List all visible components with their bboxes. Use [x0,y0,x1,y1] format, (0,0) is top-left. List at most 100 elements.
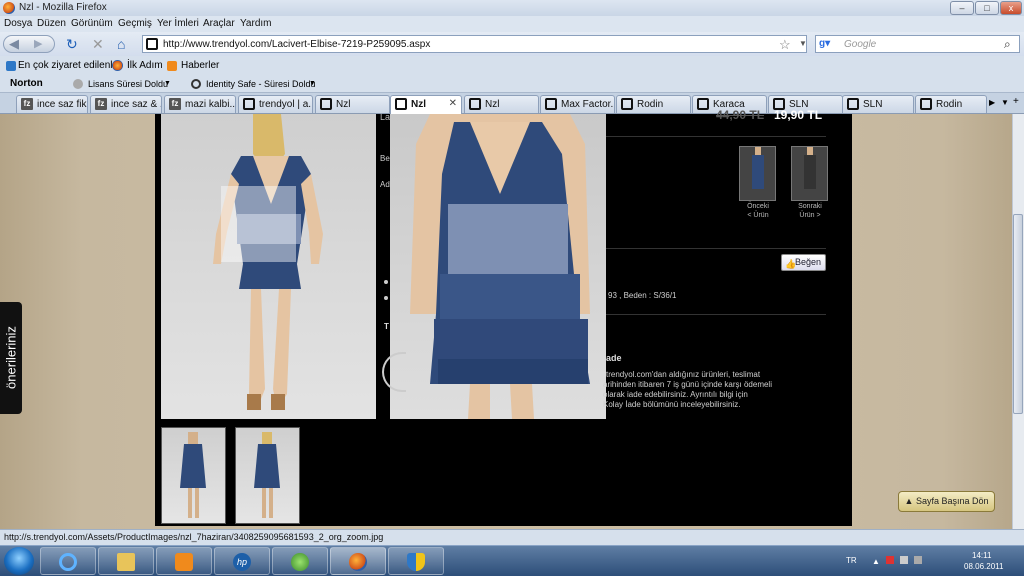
maximize-button[interactable]: □ [975,1,999,15]
tab-2[interactable]: fzince saz & ... [90,95,162,113]
license-dropdown-icon[interactable]: ▼ [164,80,171,87]
google-icon[interactable]: g▾ [819,38,830,49]
forward-arrow-icon[interactable]: ▶ [34,37,42,50]
new-tab-icon[interactable]: + [1013,96,1019,107]
divider [606,136,826,137]
next-product-label[interactable]: Sonraki [785,203,835,210]
rss-icon [167,61,177,71]
menu-tools[interactable]: Araçlar [203,18,235,29]
address-bar[interactable]: http://www.trendyol.com/Lacivert-Elbise-… [142,35,807,53]
zoom-lens[interactable] [221,186,296,262]
status-text: http://s.trendyol.com/Assets/ProductImag… [4,532,384,542]
close-tab-icon[interactable]: ✕ [449,98,457,109]
tab-4[interactable]: trendyol | a... [238,95,313,113]
shield-icon [407,553,425,571]
tab-list-icon[interactable]: ▼ [1001,98,1009,107]
identity-dropdown-icon[interactable]: ▼ [309,80,316,87]
identity-safe-icon [191,79,201,89]
norton-identity-item[interactable]: Identity Safe - Süresi Doldu [206,79,316,89]
return-text-1: trendyol.com'dan aldığınız ürünleri, tes… [606,370,761,379]
tab-6-active[interactable]: Nzl ✕ [390,95,462,114]
tab-12[interactable]: SLN [842,95,914,113]
tab-scroll-right-icon[interactable]: ▶ [989,98,995,107]
window-title: Nzl - Mozilla Firefox [19,2,107,13]
norton-toolbar: Norton Lisans Süresi Doldu ▼ Identity Sa… [0,76,1024,93]
product-main-image[interactable] [161,114,376,419]
taskbar-media[interactable] [156,547,212,575]
bookmark-most-visited[interactable]: En çok ziyaret edilenler [18,60,121,71]
bullet-icon [384,280,388,284]
clock-time[interactable]: 14:11 [972,551,991,560]
menu-help[interactable]: Yardım [240,18,272,29]
scrollbar-thumb[interactable] [1013,214,1023,414]
fizy-icon: fz [21,98,33,110]
dress-front-thumb-photo [180,432,206,518]
tab-9[interactable]: Rodin [616,95,691,113]
system-tray: TR ▲ 14:11 08.06.2011 [836,547,1024,575]
tab-1[interactable]: fzince saz fik... [16,95,88,113]
up-arrow-icon: ▲ [904,496,916,506]
divider [606,248,826,249]
reload-icon[interactable]: ↻ [66,36,78,52]
next-product-sub[interactable]: Ürün > [785,212,835,219]
url-dropdown-icon[interactable]: ▼ [799,39,807,48]
product-thumbnail-1[interactable] [161,427,226,524]
menu-bookmarks[interactable]: Yer İmleri [157,18,199,29]
bookmark-first-step[interactable]: İlk Adım [127,60,163,71]
folder-icon [117,553,135,571]
dress-back-photo [213,114,323,410]
thumbs-up-icon: 👍 [785,259,797,269]
return-text-4[interactable]: Kolay İade bölümünü inceleyebilirsiniz. [603,400,740,409]
back-arrow-icon[interactable]: ◀ [9,36,19,52]
facebook-like-button[interactable]: 👍 Beğen [781,254,826,271]
taskbar-hp[interactable]: hp [214,547,270,575]
tab-8[interactable]: Max Factor... [540,95,615,113]
tray-up-arrow-icon[interactable]: ▲ [872,557,880,566]
home-icon[interactable]: ⌂ [117,36,125,52]
tab-7[interactable]: Nzl [464,95,539,113]
minimize-button[interactable]: – [950,1,974,15]
menu-file[interactable]: Dosya [4,18,32,29]
taskbar-firefox[interactable] [330,547,386,575]
product-title-partial: La [380,112,391,122]
recommendations-side-tab[interactable]: önerileriniz [0,302,22,414]
product-thumbnail-2[interactable] [235,427,300,524]
go-to-top-button[interactable]: ▲ Sayfa Başına Dön [898,491,995,512]
menu-edit[interactable]: Düzen [37,18,66,29]
bookmark-star-icon[interactable]: ☆ [779,37,791,53]
back-forward-buttons[interactable]: ◀ ▶ [3,35,55,53]
tray-flag-icon[interactable] [886,556,894,564]
tray-volume-icon[interactable] [914,556,922,564]
url-text[interactable]: http://www.trendyol.com/Lacivert-Elbise-… [163,39,430,50]
tab-3[interactable]: fz mazi kalbi... [164,95,236,113]
language-indicator[interactable]: TR [846,556,857,565]
clock-date[interactable]: 08.06.2011 [964,562,1003,571]
stop-icon[interactable]: ✕ [92,36,104,52]
search-icon[interactable]: ⌕ [1004,37,1011,52]
tab-5[interactable]: Nzl [315,95,390,113]
messenger-icon [291,553,309,571]
norton-logo[interactable]: Norton [10,78,43,89]
menu-history[interactable]: Geçmiş [118,18,152,29]
bookmark-news[interactable]: Haberler [181,60,219,71]
start-button[interactable] [4,547,34,575]
search-box[interactable]: g▾ Google ⌕ [815,35,1020,53]
prev-product-label[interactable]: Önceki [733,203,783,210]
taskbar-ie[interactable] [40,547,96,575]
taskbar-explorer[interactable] [98,547,154,575]
taskbar-security[interactable] [388,547,444,575]
prev-product-thumbnail[interactable] [739,146,776,201]
tray-network-icon[interactable] [900,556,908,564]
search-input[interactable]: Google [844,39,876,50]
size-info: 93 , Beden : S/36/1 [608,291,677,300]
dress-thumb-photo [804,147,816,189]
taskbar-messenger[interactable] [272,547,328,575]
menu-view[interactable]: Görünüm [71,18,113,29]
prev-product-sub[interactable]: < Ürün [733,212,783,219]
close-window-button[interactable]: x [1000,1,1022,15]
next-product-thumbnail[interactable] [791,146,828,201]
norton-license-item[interactable]: Lisans Süresi Doldu [88,79,168,89]
tab-13[interactable]: Rodin [915,95,987,113]
old-price: 44,90 TL [716,108,765,122]
dress-back-thumb-photo [254,432,280,518]
